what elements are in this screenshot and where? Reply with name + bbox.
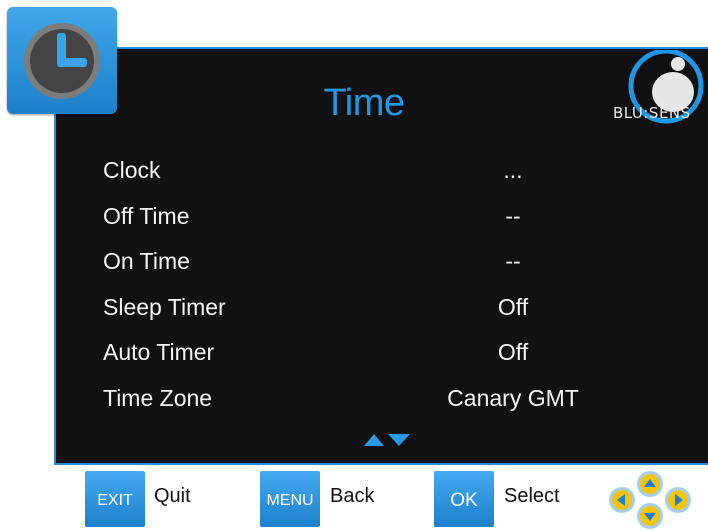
menu-key-icon[interactable]: MENU: [260, 471, 320, 527]
quit-label: Quit: [154, 485, 191, 507]
menu-item-off-time[interactable]: Off Time --: [103, 196, 623, 242]
scroll-arrows-icon[interactable]: [362, 432, 412, 448]
menu-item-value: --: [505, 248, 521, 274]
menu-item-sleep-timer[interactable]: Sleep Timer Off: [103, 287, 623, 333]
menu-item-value: Off: [497, 339, 529, 365]
menu-item-on-time[interactable]: On Time --: [103, 241, 623, 287]
page-title: Time: [323, 82, 405, 124]
brand-name: BLU:SENS: [613, 104, 691, 122]
menu-item-value: ...: [503, 157, 523, 183]
menu-item-label: Clock: [103, 157, 161, 183]
menu-item-value: --: [505, 202, 521, 229]
menu-item-label: Off Time: [103, 202, 190, 229]
menu-item-value: Off: [497, 293, 529, 320]
menu-item-clock[interactable]: Clock ...: [103, 150, 623, 196]
footer-bar: EXIT Quit MENU Back OK Select: [0, 467, 708, 531]
exit-key-icon[interactable]: EXIT: [85, 471, 145, 527]
menu-item-label: Auto Timer: [103, 339, 215, 365]
select-label: Select: [504, 485, 560, 507]
ok-key-icon[interactable]: OK: [434, 471, 494, 527]
clock-tile: [7, 7, 117, 114]
menu-item-value: Canary GMT: [447, 384, 579, 411]
menu-item-label: On Time: [103, 248, 190, 274]
menu-item-time-zone[interactable]: Time Zone Canary GMT: [103, 378, 623, 424]
back-label: Back: [330, 485, 375, 507]
directional-pad-icon[interactable]: [600, 469, 700, 531]
menu-item-auto-timer[interactable]: Auto Timer Off: [103, 332, 623, 378]
menu-item-label: Sleep Timer: [103, 293, 226, 320]
clock-icon: [24, 23, 100, 99]
menu-item-label: Time Zone: [103, 384, 213, 411]
settings-list: Clock ... Off Time -- On Time -- Sleep T…: [103, 150, 623, 423]
